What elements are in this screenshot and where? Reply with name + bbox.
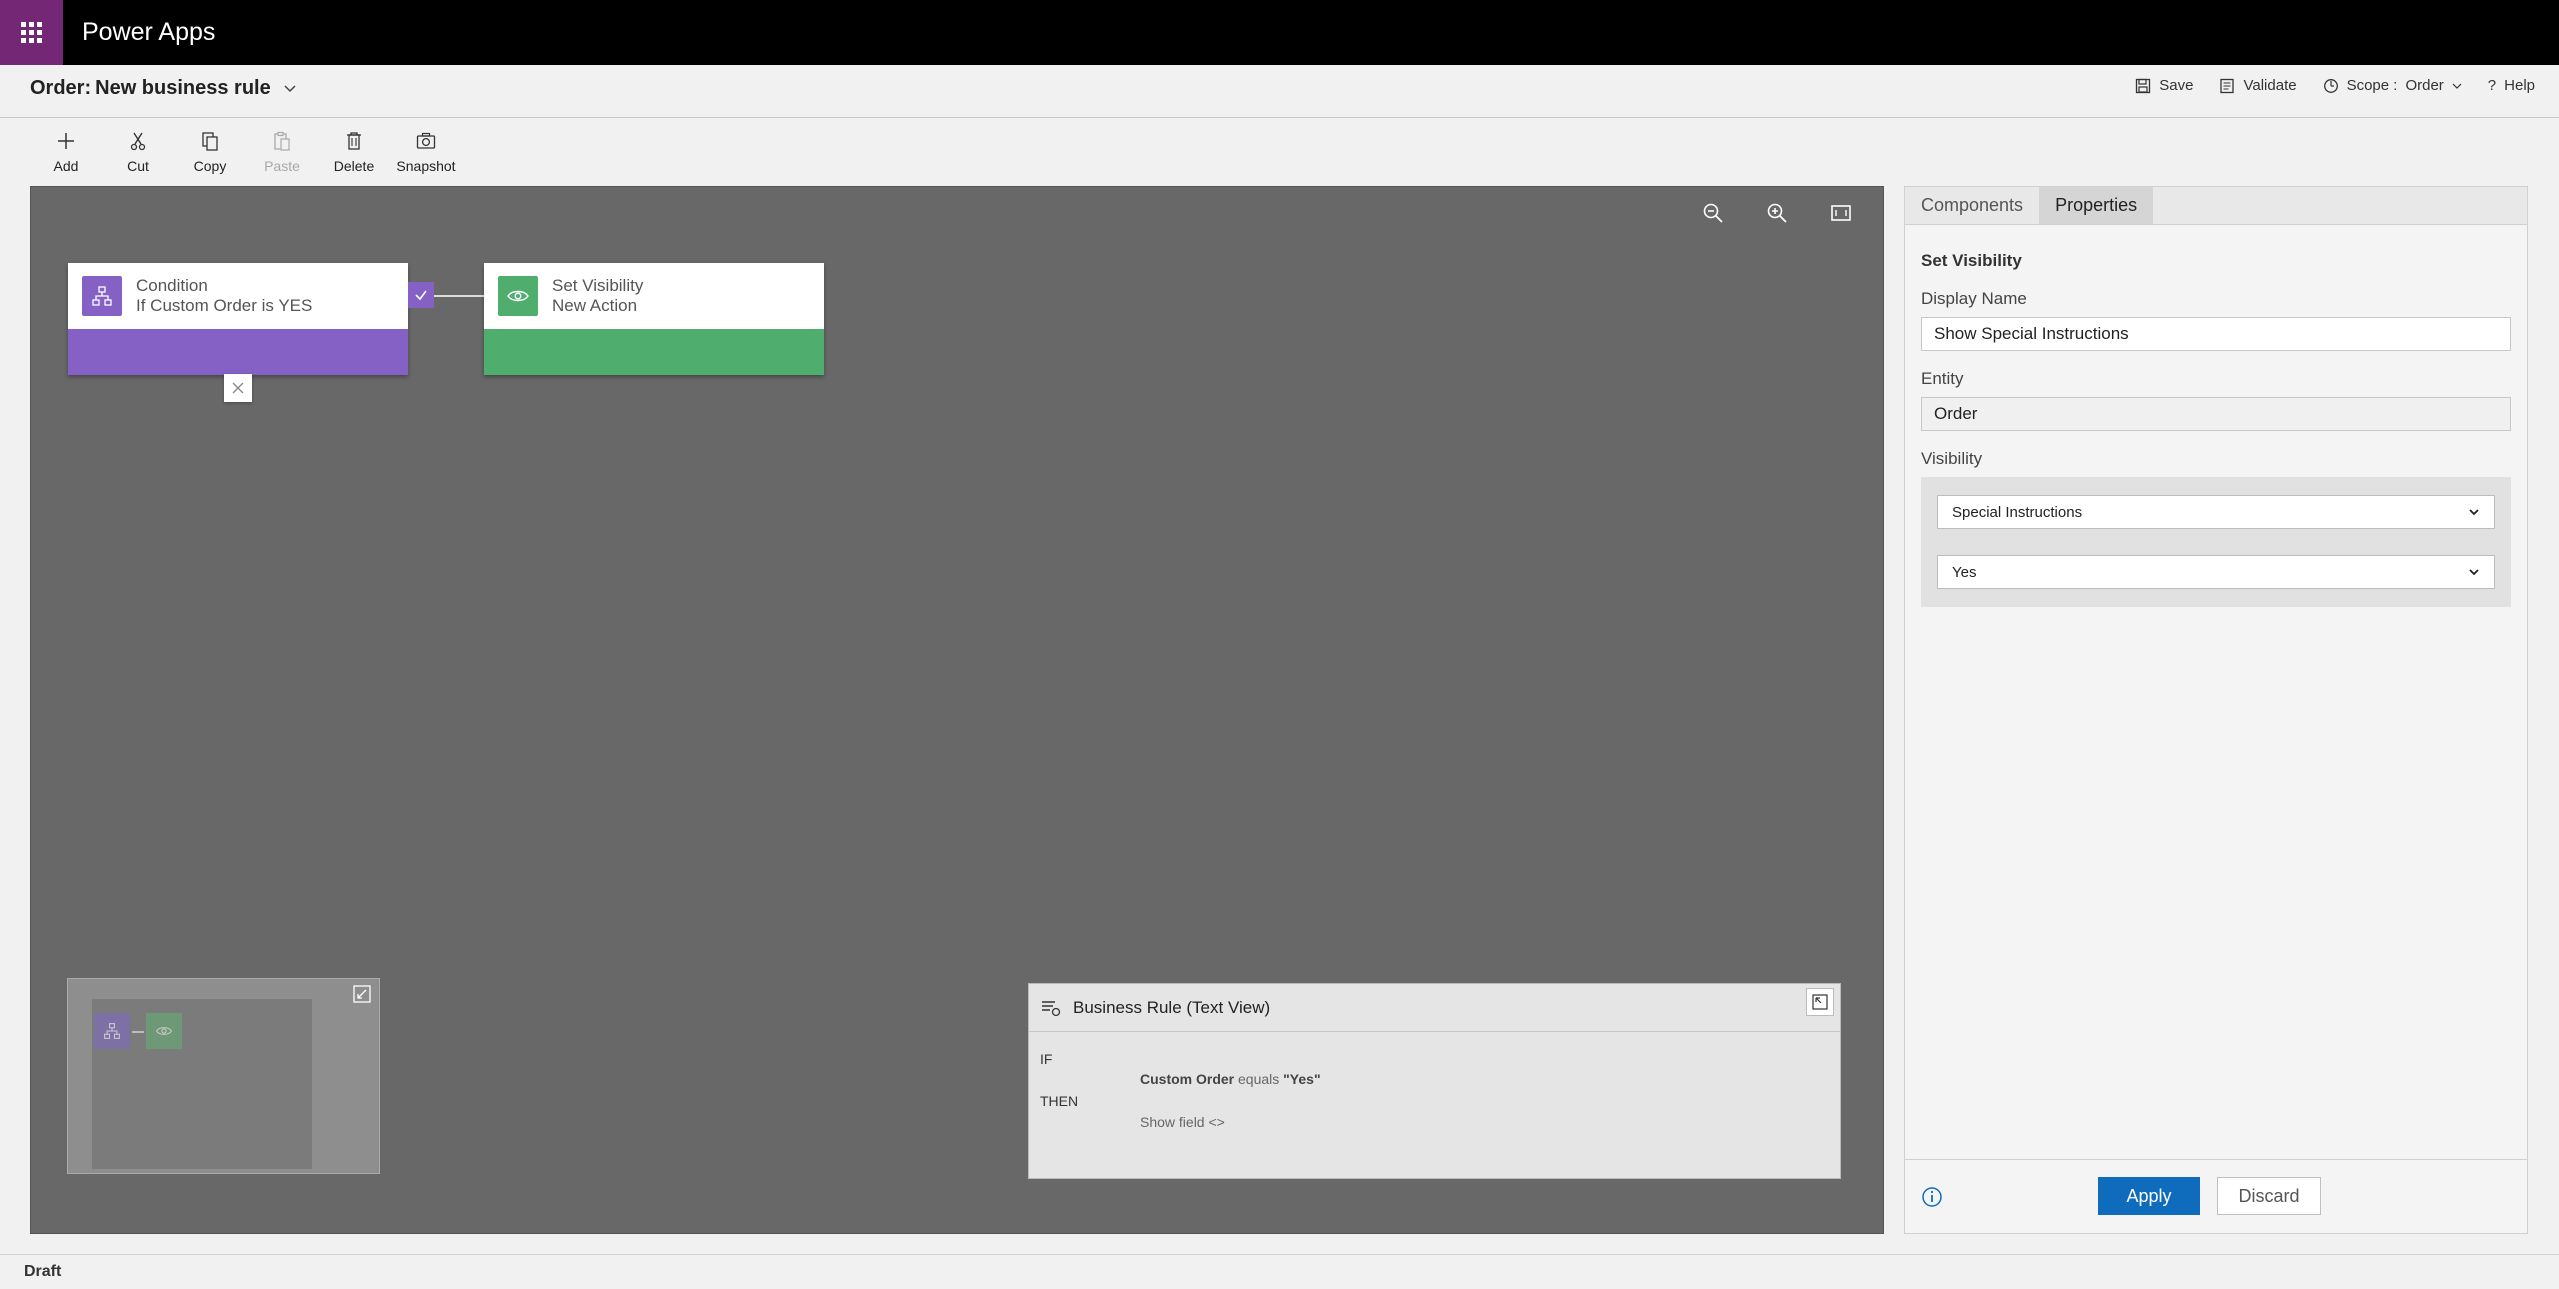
text-view-title: Business Rule (Text View) — [1073, 997, 1271, 1017]
command-toolbar: Add Cut Copy Paste Delete Snapshot — [30, 130, 462, 182]
chevron-down-icon — [284, 84, 296, 92]
eye-icon — [498, 276, 538, 316]
expand-text-view-button[interactable] — [1806, 988, 1834, 1016]
rule-header: Order: New business rule Save Validate S… — [0, 65, 2559, 118]
expand-icon — [1812, 994, 1828, 1010]
discard-button[interactable]: Discard — [2217, 1177, 2321, 1215]
delete-button[interactable]: Delete — [318, 130, 390, 182]
save-icon — [2136, 78, 2151, 93]
if-keyword: IF — [1040, 1051, 1053, 1067]
help-button[interactable]: ? Help — [2488, 77, 2535, 94]
check-icon[interactable] — [408, 282, 434, 308]
visibility-group: Special Instructions Yes — [1921, 477, 2511, 607]
condition-field: Custom Order — [1140, 1071, 1235, 1087]
scope-value: Order — [2405, 77, 2444, 94]
clipboard-icon — [274, 131, 290, 151]
snapshot-label: Snapshot — [396, 158, 456, 174]
visibility-label: Visibility — [1921, 449, 1983, 468]
field-select[interactable]: Special Instructions — [1937, 495, 2495, 529]
scope-label: Scope : — [2346, 77, 2398, 94]
action-label: New Action — [552, 296, 638, 315]
scissors-icon — [130, 132, 146, 151]
if-condition: Custom Order equals "Yes" — [1140, 1071, 1321, 1087]
connector-line — [434, 295, 484, 297]
paste-label: Paste — [264, 158, 300, 174]
help-label: Help — [2504, 77, 2535, 94]
zoom-out-icon[interactable] — [1701, 201, 1725, 225]
field-select-value: Special Instructions — [1952, 503, 2083, 521]
display-name-input[interactable]: Show Special Instructions — [1921, 317, 2511, 351]
condition-node-bar — [68, 329, 408, 375]
minimap-condition-icon — [94, 1013, 130, 1049]
add-button[interactable]: Add — [30, 130, 102, 182]
copy-icon — [202, 132, 218, 151]
rule-name: New business rule — [95, 77, 271, 99]
designer-canvas[interactable]: Condition If Custom Order is YES Set Vis… — [30, 186, 1884, 1234]
entity-field: Order — [1921, 397, 2511, 431]
visibility-select[interactable]: Yes — [1937, 555, 2495, 589]
condition-operator: equals — [1238, 1071, 1280, 1087]
scope-icon — [2323, 78, 2338, 93]
apply-button[interactable]: Apply — [2098, 1177, 2200, 1215]
action-type: Set Visibility — [552, 276, 644, 295]
validate-label: Validate — [2243, 77, 2297, 94]
visibility-select-value: Yes — [1952, 563, 1977, 581]
save-button[interactable]: Save — [2135, 77, 2193, 94]
minimap[interactable] — [67, 978, 380, 1174]
add-label: Add — [53, 158, 79, 174]
section-title: Set Visibility — [1921, 251, 2022, 270]
minimap-viewport[interactable] — [92, 999, 312, 1169]
condition-node[interactable]: Condition If Custom Order is YES — [68, 263, 408, 375]
tab-components[interactable]: Components — [1905, 187, 2039, 224]
top-bar: Power Apps — [0, 0, 2559, 65]
action-node-bar — [484, 329, 824, 375]
text-view-panel: Business Rule (Text View) IF Custom Orde… — [1028, 983, 1841, 1179]
close-icon[interactable] — [224, 374, 252, 402]
cut-button[interactable]: Cut — [102, 130, 174, 182]
then-keyword: THEN — [1040, 1093, 1079, 1109]
validate-icon — [2220, 78, 2235, 93]
chevron-down-icon — [2452, 83, 2462, 89]
info-icon[interactable] — [1921, 1186, 1943, 1208]
validate-button[interactable]: Validate — [2219, 77, 2297, 94]
waffle-icon — [21, 22, 42, 43]
minimize-map-icon[interactable] — [353, 985, 371, 1003]
app-title: Power Apps — [82, 18, 216, 46]
chevron-down-icon — [2469, 569, 2479, 576]
status-bar: Draft — [0, 1254, 2559, 1289]
then-action: Show field <> — [1140, 1114, 1225, 1130]
minimap-eye-icon — [146, 1013, 182, 1049]
condition-value: "Yes" — [1283, 1071, 1321, 1087]
display-name-label: Display Name — [1921, 289, 2027, 308]
zoom-in-icon[interactable] — [1765, 201, 1789, 225]
save-label: Save — [2159, 77, 2194, 94]
tab-properties[interactable]: Properties — [2039, 187, 2154, 224]
entity-label: Order: — [30, 77, 92, 99]
condition-label: If Custom Order is YES — [136, 296, 313, 315]
entity-label: Entity — [1921, 369, 1964, 388]
status-text: Draft — [24, 1263, 62, 1280]
copy-label: Copy — [193, 158, 227, 174]
chevron-down-icon — [2469, 509, 2479, 516]
delete-label: Delete — [333, 158, 375, 174]
app-launcher-button[interactable] — [0, 0, 63, 65]
set-visibility-node[interactable]: Set Visibility New Action — [484, 263, 824, 375]
condition-type: Condition — [136, 276, 208, 295]
scope-dropdown[interactable]: Scope : Order — [2323, 77, 2462, 94]
copy-button[interactable]: Copy — [174, 130, 246, 182]
cut-label: Cut — [127, 158, 149, 174]
question-icon: ? — [2487, 77, 2497, 94]
text-view-icon — [1042, 1000, 1061, 1016]
paste-button[interactable]: Paste — [246, 130, 318, 182]
rule-title-dropdown[interactable]: Order: New business rule — [30, 77, 297, 100]
plus-icon — [58, 133, 74, 149]
properties-panel: Components Properties Set Visibility Dis… — [1904, 186, 2528, 1234]
panel-footer: Apply Discard — [1905, 1159, 2527, 1233]
condition-icon — [82, 276, 122, 316]
trash-icon — [347, 132, 361, 150]
snapshot-button[interactable]: Snapshot — [390, 130, 462, 182]
fit-to-screen-icon[interactable] — [1829, 201, 1853, 225]
camera-icon — [416, 132, 436, 149]
